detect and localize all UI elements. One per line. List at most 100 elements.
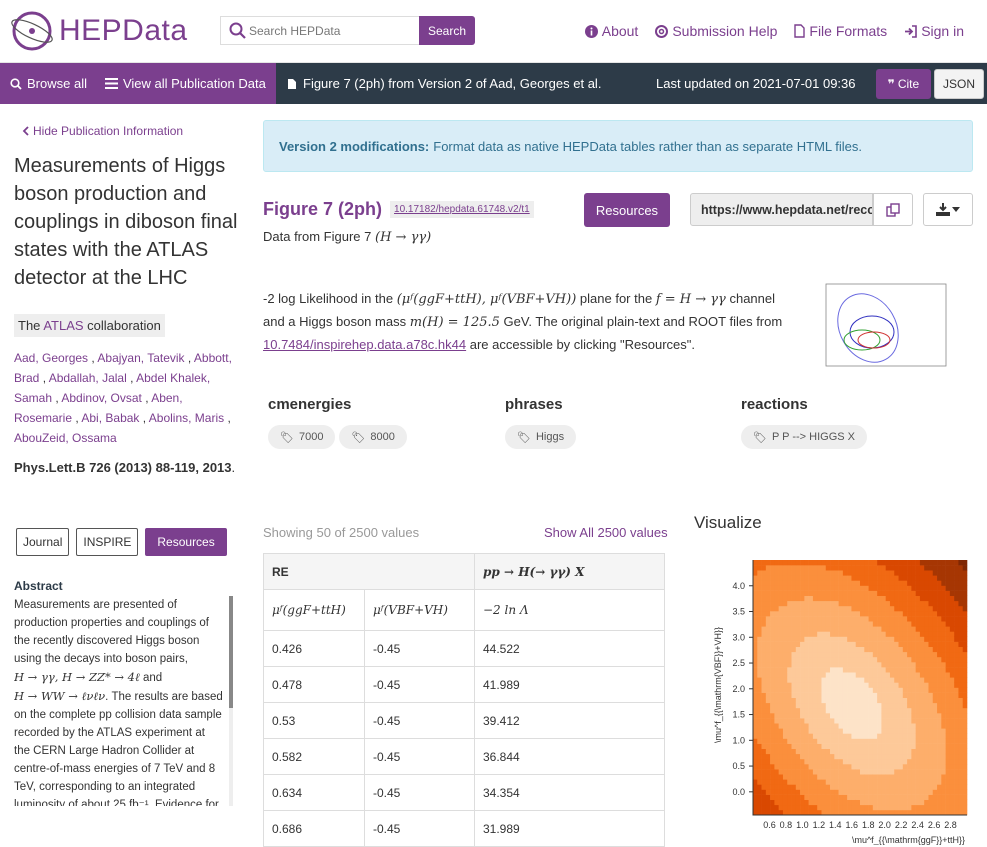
heatmap-cell — [753, 687, 758, 693]
submission-help-link[interactable]: Submission Help — [655, 23, 777, 39]
heatmap-cell — [864, 621, 869, 627]
show-all-values-link[interactable]: Show All 2500 values — [544, 525, 668, 540]
author-link[interactable]: Abdallah, Jalal — [49, 371, 127, 385]
cite-button[interactable]: ❞ Cite — [876, 69, 931, 99]
copy-url-button[interactable] — [873, 193, 913, 226]
heatmap-cell — [757, 733, 762, 739]
heatmap-cell — [889, 626, 895, 632]
author-link[interactable]: Aad, Georges — [14, 351, 88, 365]
heatmap-cell — [924, 692, 929, 698]
heatmap-cell — [941, 585, 946, 591]
heatmap-cell — [941, 646, 946, 653]
browse-all-link[interactable]: Browse all — [10, 76, 87, 91]
author-link[interactable]: Abdinov, Ovsat — [61, 391, 141, 405]
heatmap-cell — [812, 723, 818, 729]
heatmap-cell — [791, 626, 797, 632]
table-resources-button[interactable]: Resources — [584, 193, 670, 227]
heatmap-cell — [757, 600, 762, 607]
heatmap-cell — [808, 626, 814, 632]
likelihood-heatmap[interactable]: 0.6 0.8 1.0 1.2 1.4 1.6 1.8 2.0 2.2 2.4 2.6 2.80.00… — [700, 545, 987, 845]
heatmap-cell — [851, 641, 857, 647]
author-link[interactable]: AbouZeid, Ossama — [14, 431, 117, 445]
json-button[interactable]: JSON — [934, 69, 984, 99]
heatmap-cell — [847, 636, 852, 642]
heatmap-cell — [945, 646, 951, 653]
heatmap-cell — [945, 626, 951, 632]
heatmap-cell — [847, 758, 852, 765]
heatmap-cell — [825, 595, 831, 602]
journal-button[interactable]: Journal — [16, 528, 70, 556]
sign-in-link[interactable]: Sign in — [904, 23, 964, 39]
hepdata-logo[interactable]: HEPData — [7, 9, 188, 53]
heatmap-cell — [924, 662, 929, 668]
heatmap-cell — [808, 595, 814, 602]
heatmap-cell — [881, 758, 886, 765]
heatmap-cell — [907, 753, 912, 760]
heatmap-cell — [877, 753, 882, 760]
download-dropdown-button[interactable] — [923, 193, 973, 226]
heatmap-cell — [958, 779, 964, 785]
heatmap-cell — [753, 631, 758, 637]
author-link[interactable]: Abajyan, Tatevik — [97, 351, 184, 365]
heatmap-cell — [838, 794, 844, 800]
author-link[interactable]: Abolins, Maris — [149, 411, 224, 425]
heatmap-cell — [800, 600, 805, 607]
file-formats-link[interactable]: File Formats — [794, 23, 887, 39]
heatmap-cell — [838, 687, 844, 693]
heatmap-cell — [949, 651, 955, 658]
heatmap-cell — [860, 631, 865, 637]
heatmap-cell — [911, 570, 916, 576]
publication-resources-button[interactable]: Resources — [145, 528, 227, 556]
heatmap-cell — [907, 774, 912, 780]
heatmap-cell — [761, 677, 767, 683]
heatmap-cell — [761, 611, 767, 617]
scrollbar-thumb[interactable] — [229, 596, 233, 708]
inspire-button[interactable]: INSPIRE — [76, 528, 139, 556]
table-url-field[interactable]: https://www.hepdata.net/record/ins124157… — [690, 193, 873, 226]
heatmap-cell — [808, 707, 814, 714]
heatmap-cell — [932, 570, 938, 576]
heatmap-cell — [894, 697, 899, 704]
about-link[interactable]: About — [584, 23, 638, 39]
hide-publication-info-link[interactable]: Hide Publication Information — [22, 124, 183, 138]
heatmap-cell — [962, 580, 968, 586]
keyword-tag[interactable]: 🏷 Higgs — [505, 425, 577, 449]
search-input[interactable]: Search HEPData — [220, 16, 419, 45]
heatmap-cell — [949, 733, 955, 739]
view-all-publication-data-link[interactable]: View all Publication Data — [104, 76, 266, 91]
heatmap-cell — [800, 641, 805, 647]
keyword-tag[interactable]: 🏷 P P --> HIGGS X — [741, 425, 868, 449]
heatmap-cell — [830, 631, 835, 637]
heatmap-cell — [864, 631, 869, 637]
heatmap-cell — [945, 600, 951, 607]
heatmap-cell — [800, 621, 805, 627]
heatmap-cell — [954, 595, 959, 602]
description-math: (μᶠ(ggF+ttH), μᶠ(VBF+VH)) — [396, 292, 577, 307]
heatmap-cell — [765, 687, 771, 693]
heatmap-cell — [864, 728, 869, 734]
heatmap-cell — [847, 605, 852, 612]
abstract-scrollbar[interactable] — [229, 596, 233, 806]
search-button[interactable]: Search — [419, 16, 475, 45]
heatmap-cell — [937, 702, 942, 709]
heatmap-cell — [962, 595, 968, 602]
keyword-tag[interactable]: 🏷 8000 — [339, 425, 407, 449]
author-link[interactable]: Abi, Babak — [81, 411, 139, 425]
collab-link[interactable]: ATLAS — [43, 318, 83, 333]
heatmap-cell — [757, 580, 762, 586]
heatmap-cell — [855, 774, 861, 780]
keyword-tag[interactable]: 🏷 7000 — [268, 425, 336, 449]
heatmap-cell — [881, 656, 886, 663]
inspire-data-link[interactable]: 10.7484/inspirehep.data.a78c.hk44 — [263, 337, 466, 352]
heatmap-cell — [834, 718, 839, 724]
heatmap-cell — [932, 585, 938, 591]
heatmap-cell — [830, 748, 835, 755]
figure-thumbnail[interactable] — [816, 280, 952, 378]
doi-link[interactable]: 10.17182/hepdata.61748.v2/t1 — [390, 201, 534, 218]
heatmap-cell — [868, 728, 874, 734]
heatmap-cell — [945, 799, 951, 806]
heatmap-cell — [928, 651, 934, 658]
heatmap-cell — [795, 651, 801, 658]
heatmap-cell — [778, 794, 784, 800]
heatmap-cell — [808, 789, 814, 795]
